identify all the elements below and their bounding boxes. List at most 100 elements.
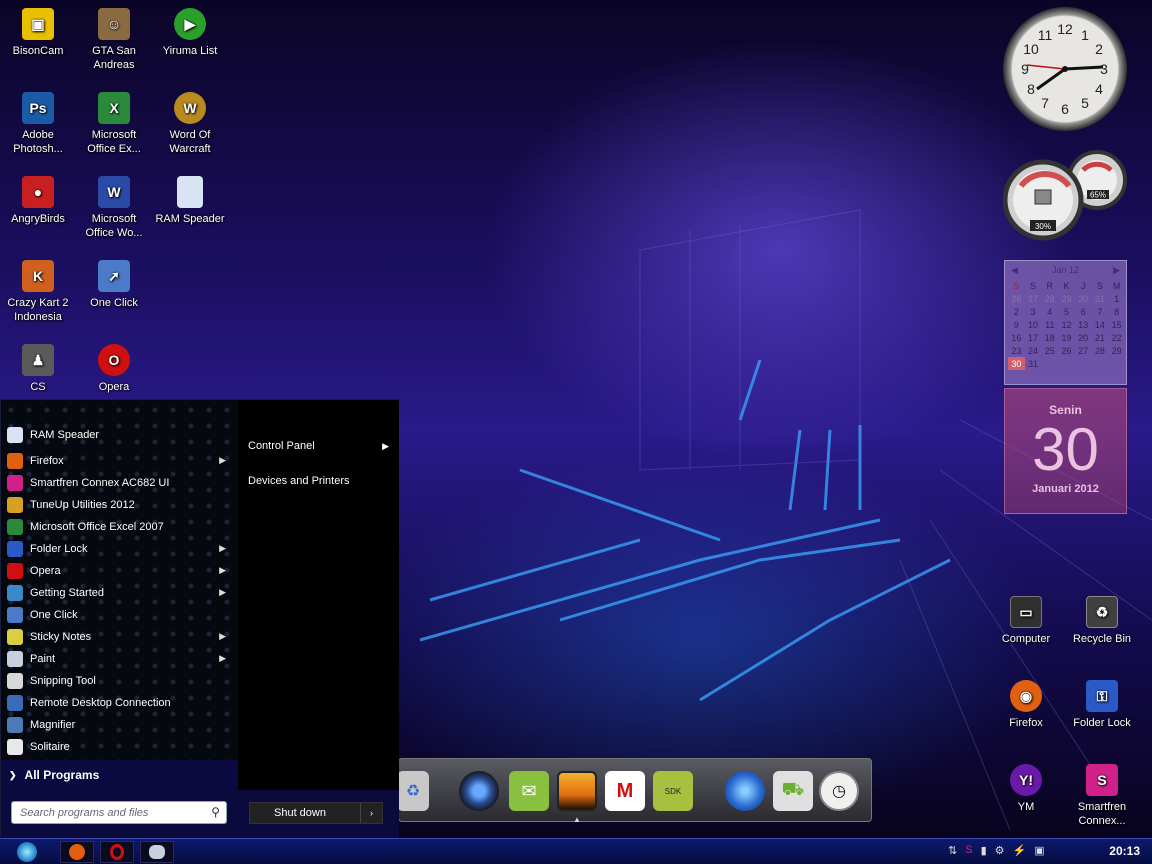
calendar-day[interactable]: 1	[1108, 292, 1125, 305]
calendar-day[interactable]: 27	[1025, 292, 1042, 305]
calendar-day[interactable]: 18	[1041, 331, 1058, 344]
dock-photos[interactable]	[557, 771, 597, 811]
calendar-day[interactable]: 14	[1092, 318, 1109, 331]
start-menu-item[interactable]: Smartfren Connex AC682 UI	[1, 472, 238, 494]
calendar-day[interactable]: 31	[1025, 357, 1042, 370]
taskbar-opera[interactable]	[100, 841, 134, 863]
start-menu-item[interactable]: Getting Started ▶	[1, 582, 238, 604]
taskbar-paint[interactable]	[140, 841, 174, 863]
start-menu-item[interactable]: Solitaire	[1, 736, 238, 758]
desktop-icon-photoshop[interactable]: Ps Adobe Photosh...	[0, 92, 76, 156]
desktop-icon-yiruma[interactable]: ▶ Yiruma List	[152, 8, 228, 58]
start-menu-item[interactable]: Folder Lock ▶	[1, 538, 238, 560]
taskbar-firefox[interactable]	[60, 841, 94, 863]
desktop-icon-computer[interactable]: ▭ Computer	[988, 596, 1064, 646]
calendar-day[interactable]: 3	[1025, 305, 1042, 318]
tray-battery-icon[interactable]: ⚡	[1013, 844, 1027, 857]
desktop-icon-ym[interactable]: Y! YM	[988, 764, 1064, 814]
tray-gear-icon[interactable]: ⚙	[995, 844, 1005, 857]
control-panel-item[interactable]: Control Panel ▶	[238, 434, 399, 458]
calendar-day[interactable]: 19	[1058, 331, 1075, 344]
start-menu-item[interactable]: Microsoft Office Excel 2007	[1, 516, 238, 538]
calendar-day[interactable]: 25	[1041, 344, 1058, 357]
start-menu-item[interactable]: Magnifier	[1, 714, 238, 736]
desktop-icon-excel[interactable]: X Microsoft Office Ex...	[76, 92, 152, 156]
dock-android-sdk[interactable]: SDK	[653, 771, 693, 811]
calendar-day[interactable]: 11	[1041, 318, 1058, 331]
desktop-icon-bisoncam[interactable]: ▣ BisonCam	[0, 8, 76, 58]
calendar-day[interactable]: 31	[1092, 292, 1109, 305]
tray-smartfren-icon[interactable]: S	[965, 844, 972, 857]
calendar-day[interactable]: 17	[1025, 331, 1042, 344]
desktop-icon-ramspeader[interactable]: RAM Speader	[152, 176, 228, 226]
all-programs-button[interactable]: ❯ All Programs	[1, 760, 238, 790]
tray-network-icon[interactable]: ▣	[1034, 844, 1044, 857]
calendar-day[interactable]: 4	[1041, 305, 1058, 318]
calendar-day[interactable]: 16	[1008, 331, 1025, 344]
start-button[interactable]	[10, 839, 44, 864]
start-menu-item[interactable]: Firefox ▶	[1, 450, 238, 472]
calendar-day[interactable]: 22	[1108, 331, 1125, 344]
dock-recycle-bin[interactable]: ♻	[397, 771, 429, 811]
dock-gmail[interactable]: M	[605, 771, 645, 811]
desktop-icon-gta[interactable]: ☺ GTA San Andreas	[76, 8, 152, 72]
calendar-prev-icon[interactable]: ◀	[1011, 261, 1018, 279]
calendar-day[interactable]: 8	[1108, 305, 1125, 318]
desktop-icon-recyclebin[interactable]: ♻ Recycle Bin	[1064, 596, 1140, 646]
start-menu-item[interactable]: TuneUp Utilities 2012	[1, 494, 238, 516]
calendar-day[interactable]: 26	[1008, 292, 1025, 305]
desktop-icon-wow[interactable]: W Word Of Warcraft	[152, 92, 228, 156]
calendar-day[interactable]: 24	[1025, 344, 1042, 357]
dock-clock[interactable]: ◷	[819, 771, 859, 811]
taskbar-clock[interactable]: 20:13	[1109, 844, 1140, 858]
calendar-day[interactable]: 29	[1058, 292, 1075, 305]
desktop-icon-smartfren[interactable]: S Smartfren Connex...	[1064, 764, 1140, 828]
calendar-day[interactable]: 23	[1008, 344, 1025, 357]
clock-gadget[interactable]: 12 1 2 3 4 5 6 7 8 9 10 11	[1003, 7, 1127, 131]
calendar-day[interactable]: 7	[1092, 305, 1109, 318]
tray-arrow-icon[interactable]: ⇅	[948, 844, 957, 857]
calendar-day[interactable]: 13	[1075, 318, 1092, 331]
dock-android-market[interactable]: ⛟	[773, 771, 813, 811]
desktop-icon-angrybirds[interactable]: ● AngryBirds	[0, 176, 76, 226]
calendar-day[interactable]: 10	[1025, 318, 1042, 331]
calendar-day[interactable]: 21	[1092, 331, 1109, 344]
calendar-day[interactable]: 5	[1058, 305, 1075, 318]
calendar-gadget[interactable]: ◀ Jan 12 ▶ S S R K J S M 26 27 28 29 30 31 1 2 3 4 5 6 7 8 9 1…	[1004, 260, 1127, 385]
start-menu-item[interactable]: RAM Speader	[1, 424, 238, 446]
start-menu-item[interactable]: Paint ▶	[1, 648, 238, 670]
desktop-icon-cs[interactable]: ♟ CS	[0, 344, 76, 394]
start-menu-item[interactable]: Sticky Notes ▶	[1, 626, 238, 648]
desktop-icon-folderlock[interactable]: ⚿ Folder Lock	[1064, 680, 1140, 730]
dock-globe[interactable]	[725, 771, 765, 811]
start-menu-item[interactable]: Opera ▶	[1, 560, 238, 582]
desktop-icon-firefox[interactable]: ◉ Firefox	[988, 680, 1064, 730]
cpu-meter-gadget[interactable]: 65% 30%	[1002, 150, 1127, 242]
tray-device-icon[interactable]: ▮	[981, 844, 987, 857]
start-menu-item[interactable]: One Click	[1, 604, 238, 626]
calendar-day[interactable]: 2	[1008, 305, 1025, 318]
desktop-icon-word[interactable]: W Microsoft Office Wo...	[76, 176, 152, 240]
dock-speaker[interactable]	[459, 771, 499, 811]
search-input[interactable]: Search programs and files ⚲	[11, 801, 227, 824]
calendar-day[interactable]: 28	[1092, 344, 1109, 357]
shutdown-button[interactable]: Shut down ›	[249, 802, 383, 824]
desktop-icon-opera[interactable]: O Opera	[76, 344, 152, 394]
calendar-day[interactable]: 28	[1041, 292, 1058, 305]
calendar-day[interactable]: 30	[1008, 357, 1025, 370]
calendar-day[interactable]: 29	[1108, 344, 1125, 357]
start-menu-item[interactable]: Snipping Tool	[1, 670, 238, 692]
dock-messages[interactable]: ✉	[509, 771, 549, 811]
start-menu-item[interactable]: Remote Desktop Connection	[1, 692, 238, 714]
devices-printers-item[interactable]: Devices and Printers	[238, 469, 399, 493]
calendar-day[interactable]: 30	[1075, 292, 1092, 305]
calendar-day[interactable]: 20	[1075, 331, 1092, 344]
desktop-icon-oneclick[interactable]: ➚ One Click	[76, 260, 152, 310]
calendar-day[interactable]: 6	[1075, 305, 1092, 318]
calendar-day[interactable]: 12	[1058, 318, 1075, 331]
calendar-next-icon[interactable]: ▶	[1113, 261, 1120, 279]
calendar-day[interactable]: 15	[1108, 318, 1125, 331]
desktop-icon-crazykart[interactable]: K Crazy Kart 2 Indonesia	[0, 260, 76, 324]
shutdown-options-icon[interactable]: ›	[360, 803, 382, 823]
calendar-day[interactable]: 27	[1075, 344, 1092, 357]
